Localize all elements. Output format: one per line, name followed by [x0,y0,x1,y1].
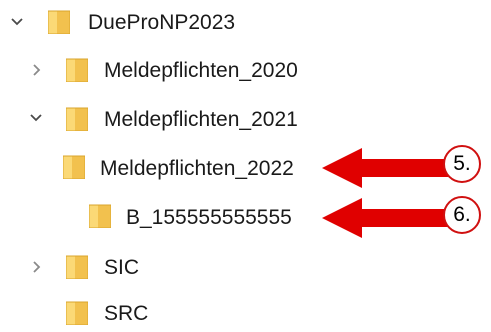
tree-item-label: Meldepflichten_2022 [100,157,294,180]
tree-item-meldepflichten-2020[interactable]: Meldepflichten_2020 [0,50,340,90]
folder-icon [47,10,71,35]
callout-arrow-2 [322,198,448,238]
callout-number: 5. [453,152,471,175]
tree-item-sic[interactable]: SIC [0,247,200,287]
callout-arrow-1 [322,148,448,188]
folder-icon [65,107,89,132]
callout-number: 6. [453,203,471,226]
tree-item-label: Meldepflichten_2020 [104,59,298,82]
callout-badge-6: 6. [443,196,481,234]
tree-item-label: SIC [104,256,140,279]
folder-icon [65,255,89,280]
folder-icon [65,58,89,83]
tree-item-dueprop2023[interactable]: DuePro​NP2023 [0,2,300,42]
folder-icon [65,301,89,326]
tree-item-label: DuePro​NP2023 [88,11,236,34]
chevron-down-icon[interactable] [27,98,45,138]
callout-badge-5: 5. [443,145,481,183]
tree-item-label: B_155555555555 [126,206,292,229]
tree-item-label: SRC [104,302,149,325]
tree-item-b-155555555555[interactable]: B_155555555555 [0,196,310,236]
folder-icon [62,155,86,180]
folder-icon [88,204,112,229]
chevron-down-icon[interactable] [8,2,26,42]
tree-item-meldepflichten-2021[interactable]: Meldepflichten_2021 [0,98,340,138]
tree-item-label: Meldepflichten_2021 [104,108,298,131]
tree-item-meldepflichten-2022[interactable]: Meldepflichten_2022 [0,146,330,186]
chevron-right-icon[interactable] [28,50,46,90]
tree-item-src[interactable]: SRC [0,292,200,332]
chevron-right-icon[interactable] [28,247,46,287]
